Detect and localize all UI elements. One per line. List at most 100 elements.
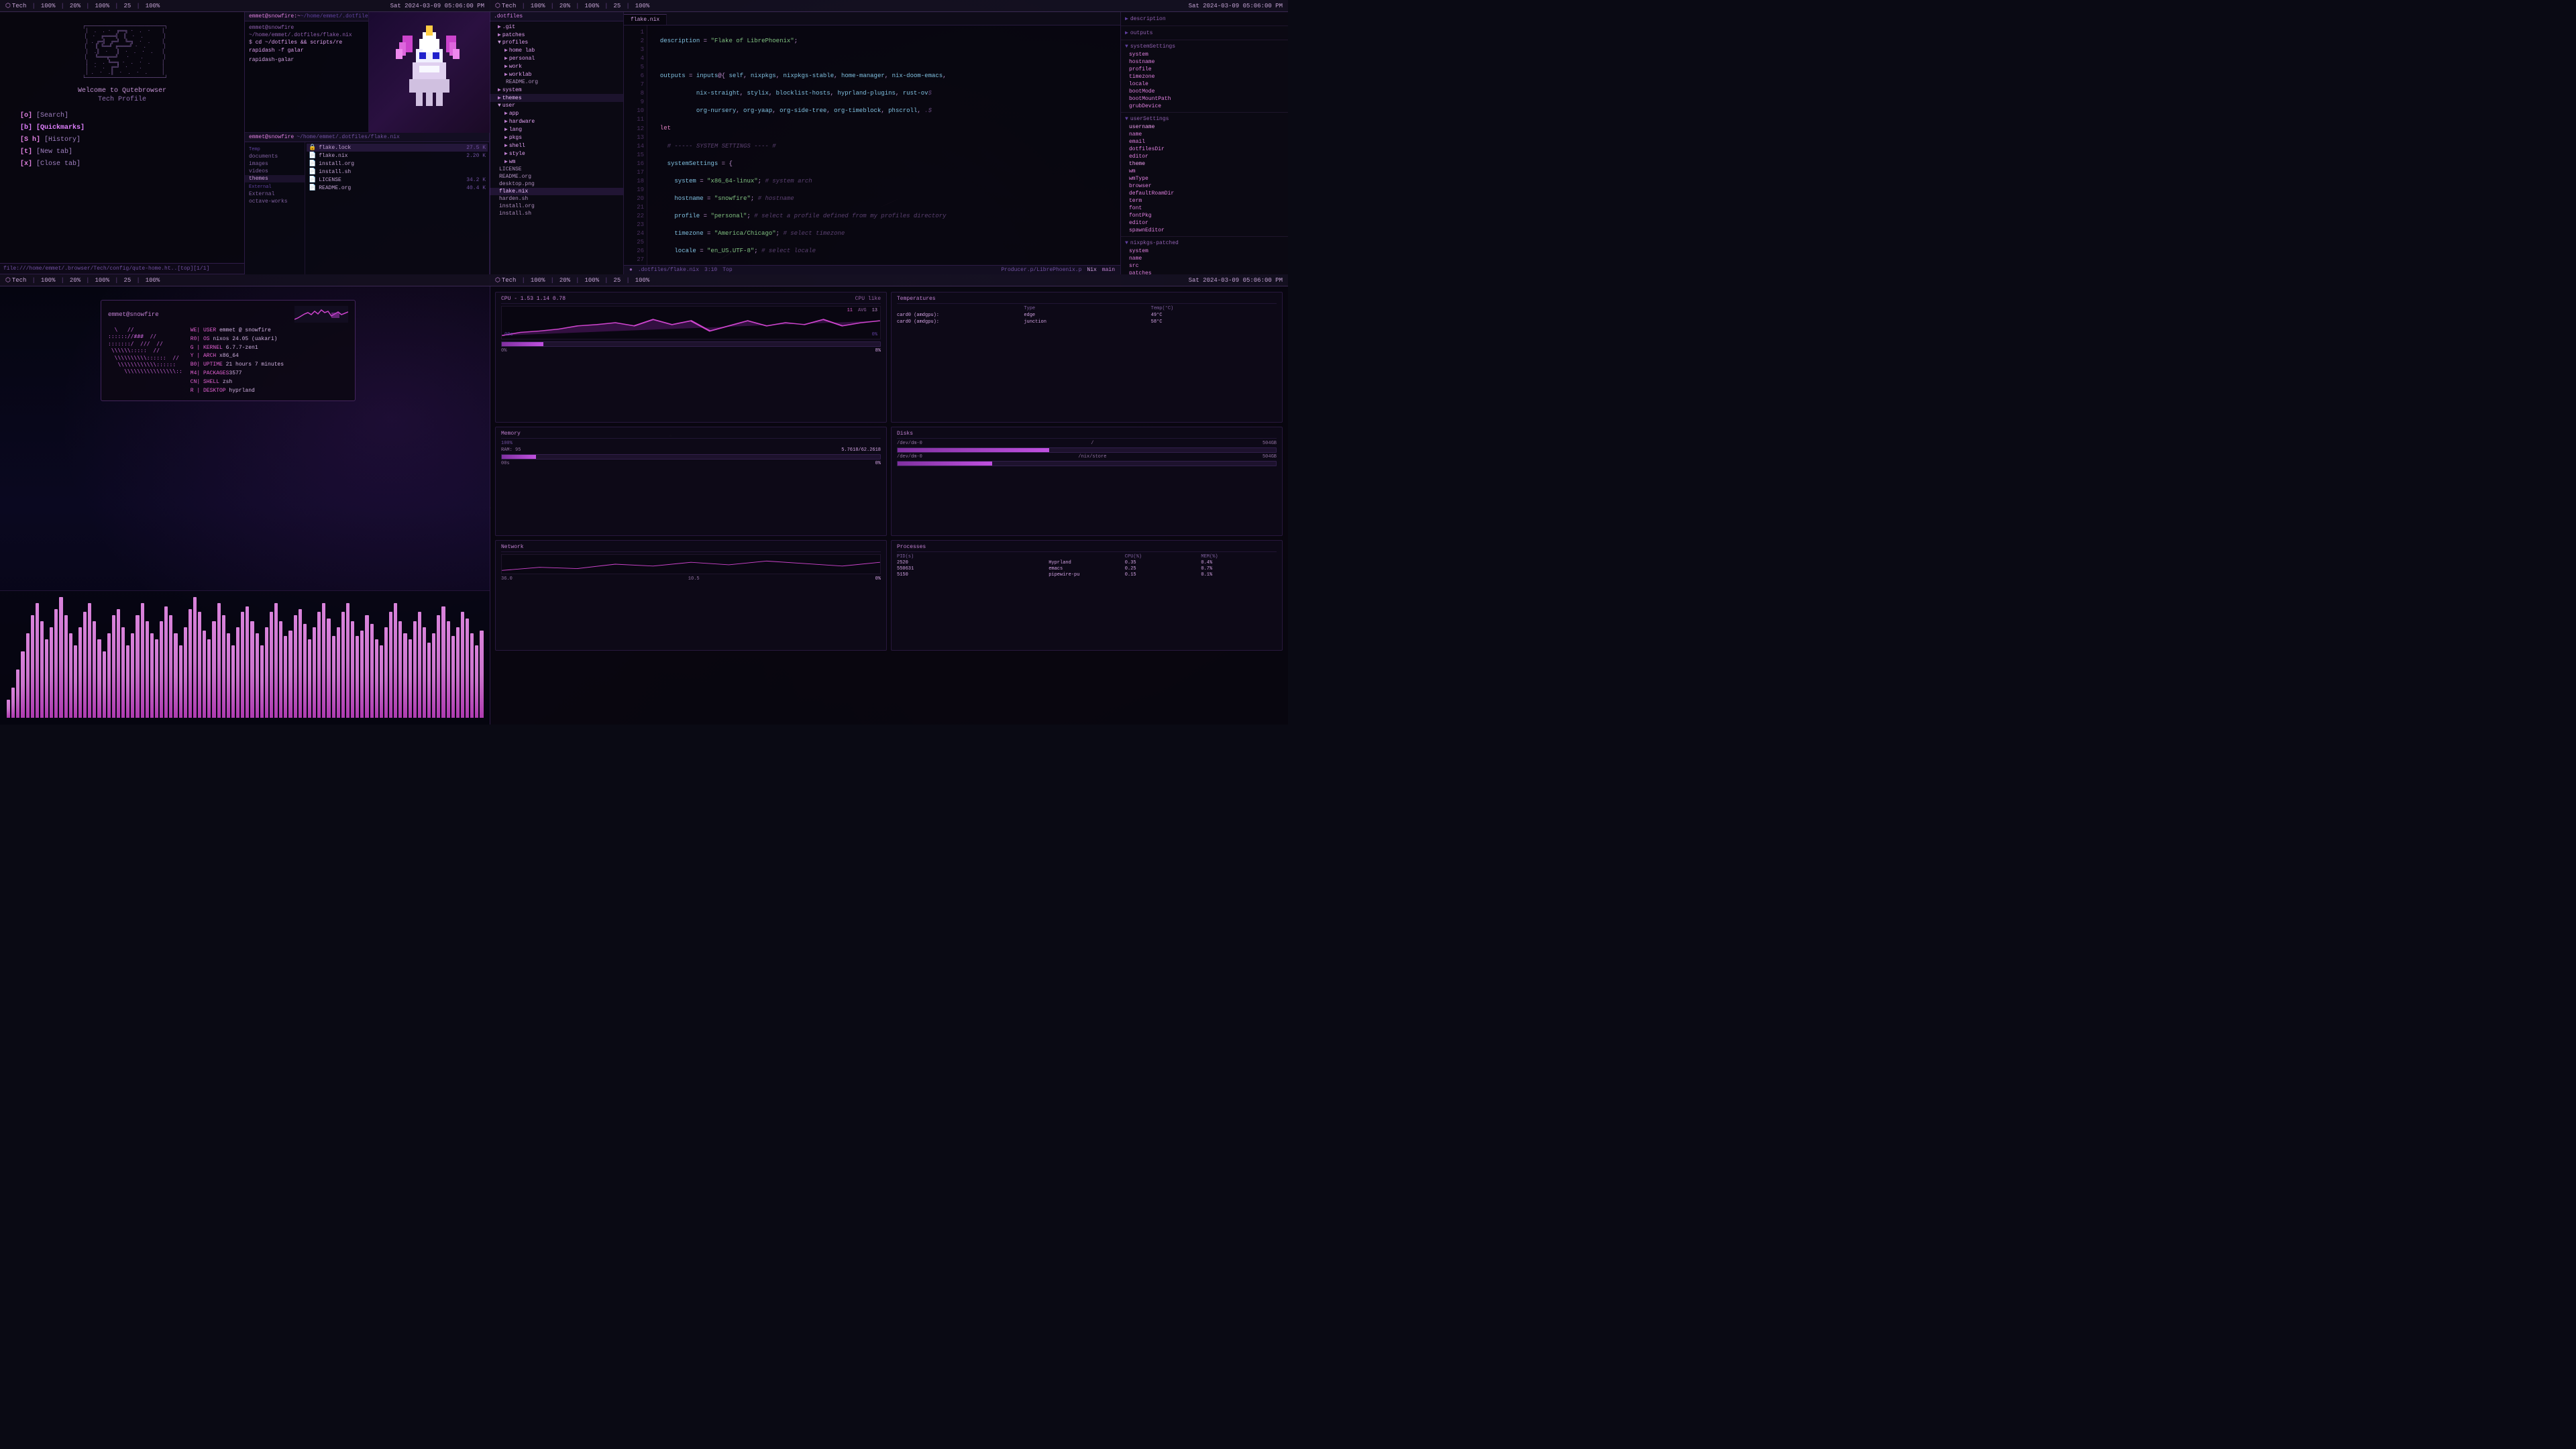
fm-file-row-license[interactable]: 📄 LICENSE 34.2 K <box>307 176 488 184</box>
editor-filetree: .dotfiles ▶ .git ▶ patches ▼ profiles ▶ … <box>490 12 624 274</box>
erp-item-system[interactable]: system <box>1121 51 1288 58</box>
ft-item-git[interactable]: ▶ .git <box>490 23 623 31</box>
ft-item-desktop[interactable]: desktop.png <box>490 180 623 188</box>
fm-sidebar-item-themes[interactable]: themes <box>245 175 305 182</box>
erp-item-username[interactable]: username <box>1121 123 1288 131</box>
viz-bar <box>59 597 62 718</box>
ft-item-wm[interactable]: ▶ wm <box>490 158 623 166</box>
fetch-body: \ // :::::://### // :::::::/ /// // \\\\… <box>108 327 348 395</box>
fm-sidebar-item-external[interactable]: External <box>245 191 305 198</box>
status-separator: | <box>32 3 35 9</box>
status-separator: | <box>60 3 64 9</box>
terminal-content[interactable]: emmet@snowfire ~/home/emmet/.dotfiles/fl… <box>245 21 368 66</box>
erp-item-wm[interactable]: wm <box>1121 168 1288 175</box>
erp-item-editor[interactable]: editor <box>1121 153 1288 160</box>
tab-flakenix[interactable]: flake.nix <box>624 14 667 25</box>
fm-file-row-flakelock[interactable]: 🔒 flake.lock 27.5 K <box>307 144 488 152</box>
mem-percent: 0% <box>875 461 881 466</box>
ft-item-user[interactable]: ▼ user <box>490 102 623 109</box>
erp-item-theme[interactable]: theme <box>1121 160 1288 168</box>
ft-item-patches[interactable]: ▶ patches <box>490 31 623 39</box>
ft-item-lang[interactable]: ▶ lang <box>490 125 623 133</box>
erp-item-email[interactable]: email <box>1121 138 1288 146</box>
fm-file-row-installorg[interactable]: 📄 install.org <box>307 160 488 168</box>
ft-item-worklab[interactable]: ▶ worklab <box>490 70 623 78</box>
net-val2: 10.5 <box>688 576 700 582</box>
qb-menu-item-search[interactable]: [o] [Search] <box>20 110 224 122</box>
erp-item-src[interactable]: src <box>1121 262 1288 270</box>
folder-icon: ▶ <box>498 32 501 38</box>
erp-item-bootmode[interactable]: bootMode <box>1121 88 1288 95</box>
erp-item-profile[interactable]: profile <box>1121 66 1288 73</box>
erp-item-wmtype[interactable]: wmType <box>1121 175 1288 182</box>
status-separator: | <box>86 3 89 9</box>
fm-file-row-installsh[interactable]: 📄 install.sh <box>307 168 488 176</box>
erp-item-font[interactable]: font <box>1121 205 1288 212</box>
fm-sidebar-item-octave[interactable]: octave-works <box>245 198 305 205</box>
ft-item-themes[interactable]: ▶ themes <box>490 94 623 102</box>
qb-menu-item-newtab[interactable]: [t] [New tab] <box>20 146 224 158</box>
fm-sidebar-item-images[interactable]: images <box>245 160 305 168</box>
erp-item-editor2[interactable]: editor <box>1121 219 1288 227</box>
fm-file-row-readmeorg[interactable]: 📄 README.org 40.4 K <box>307 184 488 192</box>
ft-item-profiles[interactable]: ▼ profiles <box>490 39 623 46</box>
viz-bar <box>394 603 397 718</box>
editor-code-area[interactable]: 12345 678910 1112131415 1617181920 21222… <box>624 25 1120 265</box>
ft-item-flakenix[interactable]: flake.nix <box>490 188 623 195</box>
qb-menu-item-history[interactable]: [S h] [History] <box>20 134 224 146</box>
erp-item-grubdevice[interactable]: grubDevice <box>1121 103 1288 110</box>
erp-item-term[interactable]: term <box>1121 197 1288 205</box>
erp-section-title: ▶ description <box>1121 14 1288 23</box>
status-separator: | <box>626 3 629 9</box>
folder-icon: ▶ <box>498 95 501 101</box>
ft-item-system[interactable]: ▶ system <box>490 86 623 94</box>
qb-profile-subtitle: Tech Profile <box>0 96 244 103</box>
ft-item-readme-profiles[interactable]: README.org <box>490 78 623 86</box>
mem-progress-outer <box>501 454 881 460</box>
folder-icon: ▶ <box>504 110 508 117</box>
erp-item-system2[interactable]: system <box>1121 248 1288 255</box>
ft-item-homelab[interactable]: ▶ home lab <box>490 46 623 54</box>
statusbar-top-right: ⬡ Tech | 100% | 20% | 100% | 25 | 100% S… <box>490 0 1288 12</box>
erp-item-fontpkg[interactable]: fontPkg <box>1121 212 1288 219</box>
fm-file-row-flakenix[interactable]: 📄 flake.nix 2.20 K <box>307 152 488 160</box>
temp-col-header <box>897 306 1022 311</box>
qb-menu-item-quickmarks[interactable]: [b] [Quickmarks] <box>20 122 224 134</box>
erp-item-timezone[interactable]: timezone <box>1121 73 1288 80</box>
erp-item-bootmountpath[interactable]: bootMountPath <box>1121 95 1288 103</box>
qb-menu-item-closetab[interactable]: [x] [Close tab] <box>20 158 224 170</box>
viz-bar <box>64 615 68 718</box>
fm-sidebar-item-videos[interactable]: videos <box>245 168 305 175</box>
proc-name-2: emacs <box>1049 566 1124 572</box>
ft-item-pkgs[interactable]: ▶ pkgs <box>490 133 623 142</box>
terminal-command: $ cd ~/dotfiles && scripts/re rapidash -… <box>249 39 364 54</box>
ft-item-hardensh[interactable]: harden.sh <box>490 195 623 203</box>
erp-item-patches[interactable]: patches <box>1121 270 1288 274</box>
ft-item-installsh[interactable]: install.sh <box>490 210 623 217</box>
fm-sidebar-item-documents[interactable]: documents <box>245 153 305 160</box>
erp-item-defaultroamdir[interactable]: defaultRoamDir <box>1121 190 1288 197</box>
erp-item-dotfilesdir[interactable]: dotfilesDir <box>1121 146 1288 153</box>
code-line: # ----- SYSTEM SETTINGS ---- # <box>653 142 1115 151</box>
fetch-cpu-graph <box>294 306 348 323</box>
ft-item-readme[interactable]: README.org <box>490 173 623 180</box>
viz-bar <box>69 633 72 718</box>
ft-item-personal[interactable]: ▶ personal <box>490 54 623 62</box>
temp-device-2: card0 (amdgpu): <box>897 319 1022 325</box>
ft-item-work[interactable]: ▶ work <box>490 62 623 70</box>
viz-bar <box>409 639 412 718</box>
erp-item-spawneditor[interactable]: spawnEditor <box>1121 227 1288 234</box>
ft-item-shell[interactable]: ▶ shell <box>490 142 623 150</box>
erp-item-name2[interactable]: name <box>1121 255 1288 262</box>
erp-item-hostname[interactable]: hostname <box>1121 58 1288 66</box>
erp-item-name[interactable]: name <box>1121 131 1288 138</box>
erp-item-locale[interactable]: locale <box>1121 80 1288 88</box>
ft-item-hardware[interactable]: ▶ hardware <box>490 117 623 125</box>
ft-item-license[interactable]: LICENSE <box>490 166 623 173</box>
viz-bar <box>270 612 273 718</box>
ft-item-style[interactable]: ▶ style <box>490 150 623 158</box>
erp-item-browser[interactable]: browser <box>1121 182 1288 190</box>
ft-item-installorg[interactable]: install.org <box>490 203 623 210</box>
disk-row-1: /dev/dm-0 / 504GB <box>897 441 1277 446</box>
ft-item-app[interactable]: ▶ app <box>490 109 623 117</box>
